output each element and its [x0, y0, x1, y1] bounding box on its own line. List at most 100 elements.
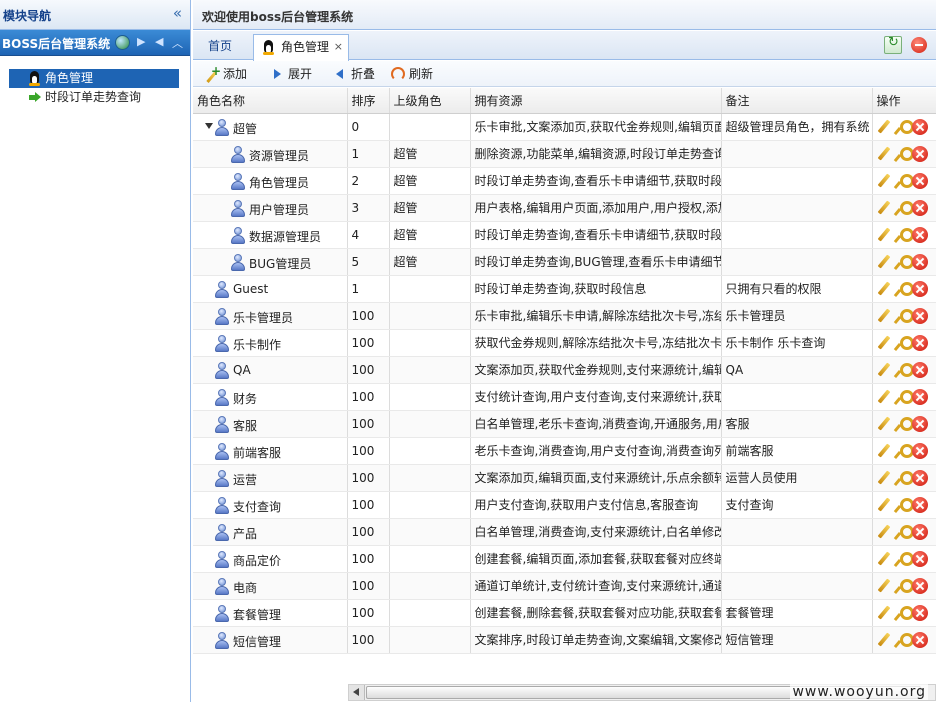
permission-key-icon[interactable]: [894, 173, 914, 189]
delete-icon[interactable]: [911, 442, 928, 459]
edit-pencil-icon[interactable]: [876, 254, 892, 270]
cell-role-name[interactable]: 角色管理员: [193, 167, 348, 195]
table-row[interactable]: 客服 100 白名单管理,老乐卡查询,消费查询,开通服务,用户 客服: [193, 410, 936, 438]
refresh-button[interactable]: 刷新: [389, 65, 433, 83]
add-button[interactable]: 添加: [203, 62, 247, 83]
table-row[interactable]: 商品定价 100 创建套餐,编辑页面,添加套餐,获取套餐对应终端: [193, 545, 936, 573]
table-row[interactable]: 角色管理员 2 超管 时段订单走势查询,查看乐卡申请细节,获取时段: [193, 167, 936, 195]
cell-role-name[interactable]: 超管: [193, 113, 348, 141]
chevron-up-icon[interactable]: ︿: [172, 35, 183, 51]
column-header-parent-role[interactable]: 上级角色: [389, 88, 471, 114]
delete-icon[interactable]: [911, 118, 928, 135]
system-bar[interactable]: BOSS后台管理系统 ▶ ◀ ︿: [0, 30, 190, 56]
table-row[interactable]: 电商 100 通道订单统计,支付统计查询,支付来源统计,通道: [193, 572, 936, 600]
edit-pencil-icon[interactable]: [876, 173, 892, 189]
cell-role-name[interactable]: 运营: [193, 464, 348, 492]
delete-icon[interactable]: [911, 172, 928, 189]
edit-pencil-icon[interactable]: [876, 281, 892, 297]
table-row[interactable]: 短信管理 100 文案排序,时段订单走势查询,文案编辑,文案修改 短信管理: [193, 626, 936, 654]
cell-role-name[interactable]: 乐卡管理员: [193, 302, 348, 330]
edit-pencil-icon[interactable]: [876, 119, 892, 135]
cell-role-name[interactable]: 套餐管理: [193, 599, 348, 627]
permission-key-icon[interactable]: [894, 335, 914, 351]
table-row[interactable]: 支付查询 100 用户支付查询,获取用户支付信息,客服查询 支付查询: [193, 491, 936, 519]
edit-pencil-icon[interactable]: [876, 308, 892, 324]
delete-icon[interactable]: [911, 226, 928, 243]
table-row[interactable]: 运营 100 文案添加页,编辑页面,支付来源统计,乐点余额转 运营人员使用: [193, 464, 936, 492]
delete-icon[interactable]: [911, 253, 928, 270]
delete-icon[interactable]: [911, 280, 928, 297]
edit-pencil-icon[interactable]: [876, 470, 892, 486]
scroll-left-icon[interactable]: [349, 685, 365, 700]
table-row[interactable]: 套餐管理 100 创建套餐,删除套餐,获取套餐对应功能,获取套餐 套餐管理: [193, 599, 936, 627]
table-row[interactable]: 前端客服 100 老乐卡查询,消费查询,用户支付查询,消费查询列 前端客服: [193, 437, 936, 465]
permission-key-icon[interactable]: [894, 146, 914, 162]
cell-role-name[interactable]: 资源管理员: [193, 140, 348, 168]
column-header-role-name[interactable]: 角色名称: [193, 88, 348, 114]
edit-pencil-icon[interactable]: [876, 551, 892, 567]
arrow-right-icon[interactable]: ▶: [137, 35, 145, 48]
delete-icon[interactable]: [911, 577, 928, 594]
permission-key-icon[interactable]: [894, 119, 914, 135]
permission-key-icon[interactable]: [894, 308, 914, 324]
table-row[interactable]: 资源管理员 1 超管 删除资源,功能菜单,编辑资源,时段订单走势查询: [193, 140, 936, 168]
table-row[interactable]: 乐卡管理员 100 乐卡审批,编辑乐卡申请,解除冻结批次卡号,冻结 乐卡管理员: [193, 302, 936, 330]
table-row[interactable]: 数据源管理员 4 超管 时段订单走势查询,查看乐卡申请细节,获取时段: [193, 221, 936, 249]
edit-pencil-icon[interactable]: [876, 335, 892, 351]
cell-role-name[interactable]: QA: [193, 356, 348, 384]
delete-icon[interactable]: [911, 199, 928, 216]
delete-icon[interactable]: [911, 469, 928, 486]
delete-icon[interactable]: [911, 334, 928, 351]
delete-icon[interactable]: [911, 523, 928, 540]
tab-home[interactable]: 首页: [202, 34, 244, 60]
permission-key-icon[interactable]: [894, 389, 914, 405]
refresh-tab-icon[interactable]: [884, 35, 902, 54]
edit-pencil-icon[interactable]: [876, 443, 892, 459]
nav-item-order-trend-query[interactable]: 时段订单走势查询: [9, 88, 179, 107]
table-row[interactable]: QA 100 文案添加页,获取代金券规则,支付来源统计,编辑 QA: [193, 356, 936, 384]
cell-role-name[interactable]: 电商: [193, 572, 348, 600]
edit-pencil-icon[interactable]: [876, 416, 892, 432]
cell-role-name[interactable]: BUG管理员: [193, 248, 348, 276]
edit-pencil-icon[interactable]: [876, 146, 892, 162]
permission-key-icon[interactable]: [894, 254, 914, 270]
cell-role-name[interactable]: Guest: [193, 275, 348, 303]
table-row[interactable]: 超管 0 乐卡审批,文案添加页,获取代金券规则,编辑页面, 超级管理员角色，拥有系统: [193, 113, 936, 141]
delete-icon[interactable]: [911, 307, 928, 324]
delete-icon[interactable]: [911, 550, 928, 567]
table-row[interactable]: Guest 1 时段订单走势查询,获取时段信息 只拥有只看的权限: [193, 275, 936, 303]
permission-key-icon[interactable]: [894, 578, 914, 594]
expand-button[interactable]: 展开: [268, 65, 312, 83]
permission-key-icon[interactable]: [894, 416, 914, 432]
delete-icon[interactable]: [911, 496, 928, 513]
double-chevron-left-icon[interactable]: «: [173, 4, 182, 22]
cell-role-name[interactable]: 乐卡制作: [193, 329, 348, 357]
cell-role-name[interactable]: 支付查询: [193, 491, 348, 519]
permission-key-icon[interactable]: [894, 497, 914, 513]
permission-key-icon[interactable]: [894, 632, 914, 648]
permission-key-icon[interactable]: [894, 200, 914, 216]
close-all-icon[interactable]: [911, 37, 927, 53]
edit-pencil-icon[interactable]: [876, 200, 892, 216]
permission-key-icon[interactable]: [894, 470, 914, 486]
permission-key-icon[interactable]: [894, 551, 914, 567]
tree-expanded-icon[interactable]: [205, 122, 213, 129]
cell-role-name[interactable]: 用户管理员: [193, 194, 348, 222]
table-row[interactable]: 乐卡制作 100 获取代金券规则,解除冻结批次卡号,冻结批次卡号 乐卡制作 乐卡查询: [193, 329, 936, 357]
tab-role-management[interactable]: 角色管理 ×: [253, 34, 349, 61]
table-row[interactable]: 产品 100 白名单管理,消费查询,支付来源统计,白名单修改: [193, 518, 936, 546]
edit-pencil-icon[interactable]: [876, 605, 892, 621]
cell-role-name[interactable]: 产品: [193, 518, 348, 546]
table-row[interactable]: BUG管理员 5 超管 时段订单走势查询,BUG管理,查看乐卡申请细节: [193, 248, 936, 276]
permission-key-icon[interactable]: [894, 605, 914, 621]
permission-key-icon[interactable]: [894, 227, 914, 243]
edit-pencil-icon[interactable]: [876, 632, 892, 648]
column-header-sort[interactable]: 排序: [347, 88, 390, 114]
cell-role-name[interactable]: 短信管理: [193, 626, 348, 654]
table-row[interactable]: 财务 100 支付统计查询,用户支付查询,支付来源统计,获取: [193, 383, 936, 411]
cell-role-name[interactable]: 前端客服: [193, 437, 348, 465]
column-header-remark[interactable]: 备注: [721, 88, 873, 114]
edit-pencil-icon[interactable]: [876, 362, 892, 378]
close-icon[interactable]: ×: [334, 35, 343, 59]
cell-role-name[interactable]: 数据源管理员: [193, 221, 348, 249]
